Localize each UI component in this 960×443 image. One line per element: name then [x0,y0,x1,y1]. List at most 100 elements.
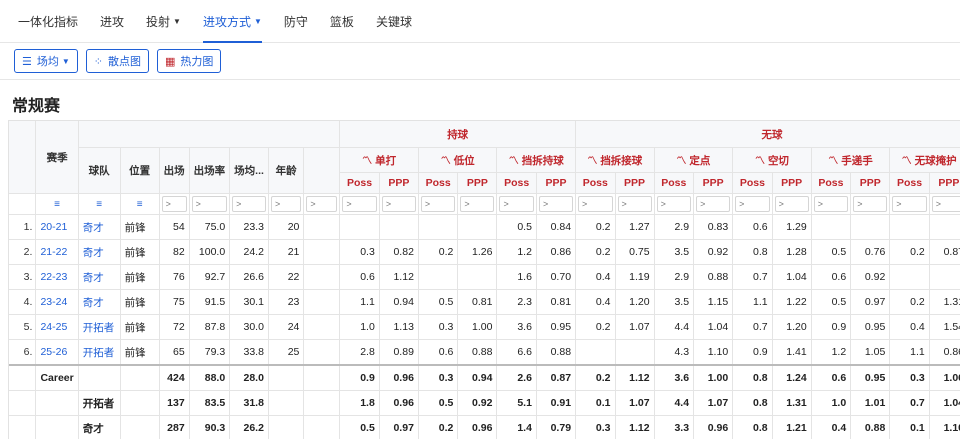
ppp-header[interactable]: PPP [536,172,577,194]
stat-cell: 1.0 [339,314,380,340]
subgroup-header[interactable]: 〽低位 [418,147,498,173]
filter-season[interactable]: ≡ [35,193,79,215]
subgroup-header[interactable]: 〽挡拆接球 [575,147,655,173]
filter-input[interactable]: > [232,196,266,212]
season-link[interactable]: 20-21 [40,221,67,233]
ppp-header[interactable]: PPP [693,172,734,194]
poss-header[interactable]: Poss [575,172,616,194]
poss-header[interactable]: Poss [654,172,695,194]
nav-item-3[interactable]: 进攻方式 ▼ [202,0,262,43]
team-link[interactable]: 奇才 [83,297,104,309]
poss-header[interactable]: Poss [418,172,459,194]
filter-input-cell: > [457,193,498,215]
filter-input[interactable]: > [381,196,416,212]
nav-item-2[interactable]: 投射 ▼ [146,0,181,42]
poss-header[interactable]: Poss [889,172,930,194]
team-link[interactable]: 奇才 [83,222,104,234]
team-link[interactable]: 开拓者 [83,347,115,359]
team-header[interactable]: 球队 [78,147,121,194]
per-game-dropdown[interactable]: ☰ 场均 ▼ [14,49,78,73]
subgroup-header[interactable]: 〽定点 [654,147,734,173]
subgroup-header[interactable]: 〽单打 [339,147,419,173]
stat-cell: 2.6 [496,364,537,391]
ppp-header[interactable]: PPP [772,172,812,194]
stats-table-container: 赛季 持球 无球 球队 位置 出场 出场率 场均... 年龄〽单打〽低位〽挡拆持球〽挡拆接球〽定… [8,120,960,439]
nav-item-5[interactable]: 篮板 [330,0,354,42]
subgroup-header[interactable]: 〽空切 [732,147,812,173]
season-link[interactable]: 24-25 [40,321,67,333]
nav-item-6[interactable]: 关键球 [376,0,412,42]
ppp-header[interactable]: PPP [929,172,960,194]
filter-position[interactable]: ≡ [120,193,160,215]
season-link[interactable]: 22-23 [40,271,67,283]
summary-index [9,364,37,391]
age-header[interactable]: 年龄 [268,147,305,194]
filter-input[interactable]: > [931,196,960,212]
season-link[interactable]: 25-26 [40,346,67,358]
subgroup-header[interactable]: 〽挡拆持球 [496,147,577,173]
filter-input[interactable]: > [853,196,888,212]
filter-input[interactable]: > [306,196,338,212]
spacer-cell [303,314,341,340]
stat-cell: 0.92 [693,239,734,265]
filter-input[interactable]: > [735,196,770,212]
avg-minutes-header[interactable]: 场均... [229,147,269,194]
nav-item-1[interactable]: 进攻 [100,0,124,42]
stat-cell: 0.95 [850,314,891,340]
ppp-header[interactable]: PPP [850,172,891,194]
season-link[interactable]: 23-24 [40,296,67,308]
spacer-header [303,147,341,194]
ppp-header[interactable]: PPP [457,172,498,194]
filter-input[interactable]: > [892,196,927,212]
nav-item-4[interactable]: 防守 [284,0,308,42]
filter-input[interactable]: > [499,196,534,212]
games-header[interactable]: 出场 [159,147,190,194]
section-title: 常规赛 [12,98,61,115]
nav-item-0[interactable]: 一体化指标 [18,0,78,42]
chart-icon: 〽 [508,156,519,167]
filter-icon[interactable]: ≡ [54,199,60,210]
position-header[interactable]: 位置 [120,147,160,194]
scatter-button[interactable]: ⁘ 散点图 [85,49,150,73]
ppp-header[interactable]: PPP [379,172,419,194]
filter-input[interactable]: > [656,196,692,212]
filter-input[interactable]: > [578,196,613,212]
poss-header[interactable]: Poss [496,172,537,194]
subgroup-header[interactable]: 〽无球掩护 [889,147,960,173]
filter-input[interactable]: > [191,196,228,212]
poss-header[interactable]: Poss [732,172,773,194]
stat-cell: 0.4 [811,415,852,439]
team-link[interactable]: 开拓者 [83,322,115,334]
stat-cell: 0.2 [889,289,930,315]
filter-icon[interactable]: ≡ [137,199,143,210]
subgroup-header[interactable]: 〽手递手 [811,147,891,173]
filter-input[interactable]: > [696,196,731,212]
stat-cell: 0.5 [339,415,380,439]
position-cell: 前锋 [120,214,160,240]
season-header[interactable]: 赛季 [35,121,79,194]
rate-header[interactable]: 出场率 [189,147,231,194]
filter-input[interactable]: > [420,196,456,212]
filter-input[interactable]: > [342,196,377,212]
filter-input[interactable]: > [270,196,302,212]
heatmap-button[interactable]: ▦ 热力图 [157,49,222,73]
group-offball-header: 无球 [575,121,960,148]
season-link[interactable]: 21-22 [40,246,67,258]
subgroup-label: 单打 [375,155,397,167]
stat-cell [457,214,498,240]
filter-input[interactable]: > [617,196,652,212]
filter-input[interactable]: > [538,196,574,212]
filter-input[interactable]: > [774,196,809,212]
filter-team[interactable]: ≡ [78,193,121,215]
ppp-header[interactable]: PPP [615,172,655,194]
filter-input[interactable]: > [813,196,849,212]
team-link[interactable]: 奇才 [83,247,104,259]
poss-header[interactable]: Poss [811,172,852,194]
poss-header[interactable]: Poss [339,172,380,194]
stat-cell: 1.4 [496,415,537,439]
team-link[interactable]: 奇才 [83,272,104,284]
filter-icon[interactable]: ≡ [96,199,102,210]
filter-input[interactable]: > [460,196,495,212]
filter-input[interactable]: > [161,196,187,212]
group-ball-header: 持球 [339,121,577,148]
